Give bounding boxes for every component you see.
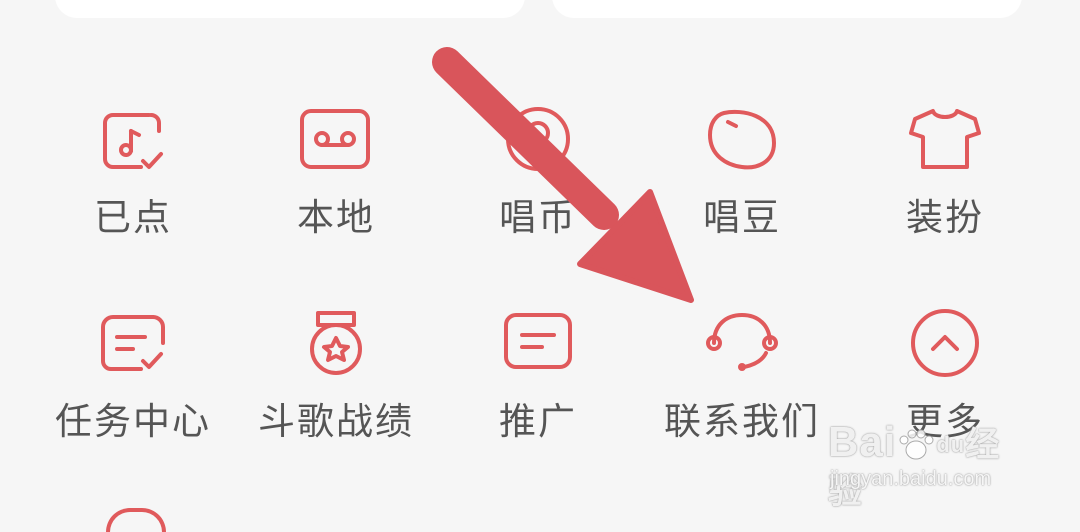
watermark-brand-left: Bai [828, 418, 897, 465]
menu-label: 装扮 [906, 196, 984, 239]
menu-item-local[interactable]: 本地 [236, 103, 436, 253]
watermark-brand: Bai du经验 [828, 420, 1028, 514]
message-promo-icon [498, 307, 578, 387]
paw-icon [899, 429, 934, 460]
menu-item-task-center[interactable]: 任务中心 [33, 307, 233, 457]
task-check-icon [93, 307, 173, 387]
watermark-brand-mid: du [936, 431, 966, 457]
watermark-url: jingyan.baidu.com [830, 468, 992, 490]
menu-item-coins[interactable]: 唱币 [438, 103, 638, 253]
headset-icon [702, 307, 782, 387]
menu-label: 唱币 [499, 196, 577, 239]
menu-label: 本地 [297, 196, 375, 239]
bean-icon [702, 103, 782, 183]
menu-label: 唱豆 [703, 196, 781, 239]
partial-next-row-icon [106, 508, 166, 532]
menu-label: 推广 [499, 400, 577, 443]
tshirt-icon [905, 103, 985, 183]
coin-icon [498, 103, 578, 183]
medal-icon [296, 307, 376, 387]
menu-item-dressup[interactable]: 装扮 [845, 103, 1045, 253]
menu-item-contact-us[interactable]: 联系我们 [642, 307, 842, 457]
song-requested-icon [93, 103, 173, 183]
menu-label: 联系我们 [664, 400, 820, 443]
menu-label: 任务中心 [55, 400, 211, 443]
menu-item-beans[interactable]: 唱豆 [642, 103, 842, 253]
menu-item-battle-record[interactable]: 斗歌战绩 [236, 307, 436, 457]
menu-item-requested[interactable]: 已点 [33, 103, 233, 253]
top-card-right [552, 0, 1022, 18]
menu-item-promotion[interactable]: 推广 [438, 307, 638, 457]
chevron-up-circle-icon [905, 307, 985, 387]
top-card-left [55, 0, 525, 18]
menu-label: 斗歌战绩 [258, 400, 414, 443]
menu-label: 已点 [94, 196, 172, 239]
baidu-watermark: Bai du经验 jingyan.baidu.com [828, 420, 1028, 512]
cassette-local-icon [296, 103, 376, 183]
